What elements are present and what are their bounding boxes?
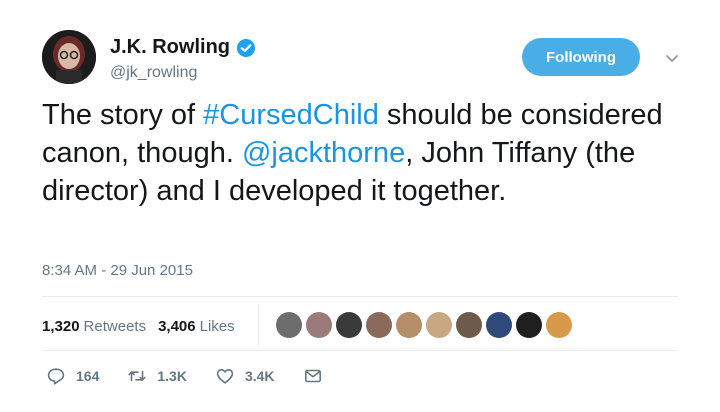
like-button[interactable]: 3.4K	[215, 366, 275, 386]
retweets-count: 1,320	[42, 317, 80, 335]
tweet-text-segment: The story of	[42, 99, 204, 131]
avatar-icon[interactable]	[546, 312, 572, 338]
heart-icon	[216, 369, 234, 384]
tweet-timestamp[interactable]: 8:34 AM - 29 Jun 2015	[42, 262, 193, 279]
liker-avatars	[276, 312, 572, 338]
chevron-down-icon[interactable]	[662, 48, 682, 68]
retweets-stat[interactable]: 1,320 Retweets	[42, 318, 146, 335]
tweet-header: J.K. Rowling @jk_rowling Following	[42, 30, 692, 90]
avatar-icon[interactable]	[396, 312, 422, 338]
reply-button[interactable]: 164	[46, 366, 99, 386]
avatar-icon[interactable]	[366, 312, 392, 338]
reply-icon	[47, 368, 65, 385]
likes-stat[interactable]: 3,406 Likes	[158, 318, 235, 335]
author-handle[interactable]: @jk_rowling	[110, 64, 197, 82]
avatar-icon[interactable]	[276, 312, 302, 338]
retweet-icon	[128, 370, 146, 382]
reply-count: 164	[76, 368, 100, 384]
avatar-icon[interactable]	[486, 312, 512, 338]
author-name-line: J.K. Rowling	[110, 36, 256, 59]
like-count: 3.4K	[244, 368, 275, 384]
retweet-count: 1.3K	[157, 368, 187, 384]
author-display-name[interactable]: J.K. Rowling	[110, 36, 230, 59]
author-avatar[interactable]	[42, 30, 96, 84]
retweet-button[interactable]: 1.3K	[127, 366, 187, 386]
avatar-icon[interactable]	[336, 312, 362, 338]
retweets-label: Retweets	[83, 317, 147, 335]
direct-message-button[interactable]	[303, 366, 323, 386]
mention-link[interactable]: @jackthorne	[242, 137, 405, 169]
avatar-icon[interactable]	[426, 312, 452, 338]
hashtag-link[interactable]: #CursedChild	[203, 99, 379, 131]
tweet-text: The story of #CursedChild should be cons…	[42, 96, 682, 210]
avatar-icon[interactable]	[516, 312, 542, 338]
verified-badge-icon	[236, 38, 256, 58]
stats-separator	[258, 304, 259, 346]
tweet-stats: 1,320 Retweets 3,406 Likes	[42, 308, 235, 344]
avatar-icon[interactable]	[306, 312, 332, 338]
avatar-icon[interactable]	[456, 312, 482, 338]
likes-label: Likes	[199, 317, 235, 335]
tweet-actions: 164 1.3K 3.4K	[46, 364, 351, 388]
divider	[42, 350, 678, 351]
likes-count: 3,406	[158, 317, 196, 335]
divider	[42, 296, 678, 297]
envelope-icon	[304, 369, 321, 383]
following-button[interactable]: Following	[522, 38, 640, 76]
